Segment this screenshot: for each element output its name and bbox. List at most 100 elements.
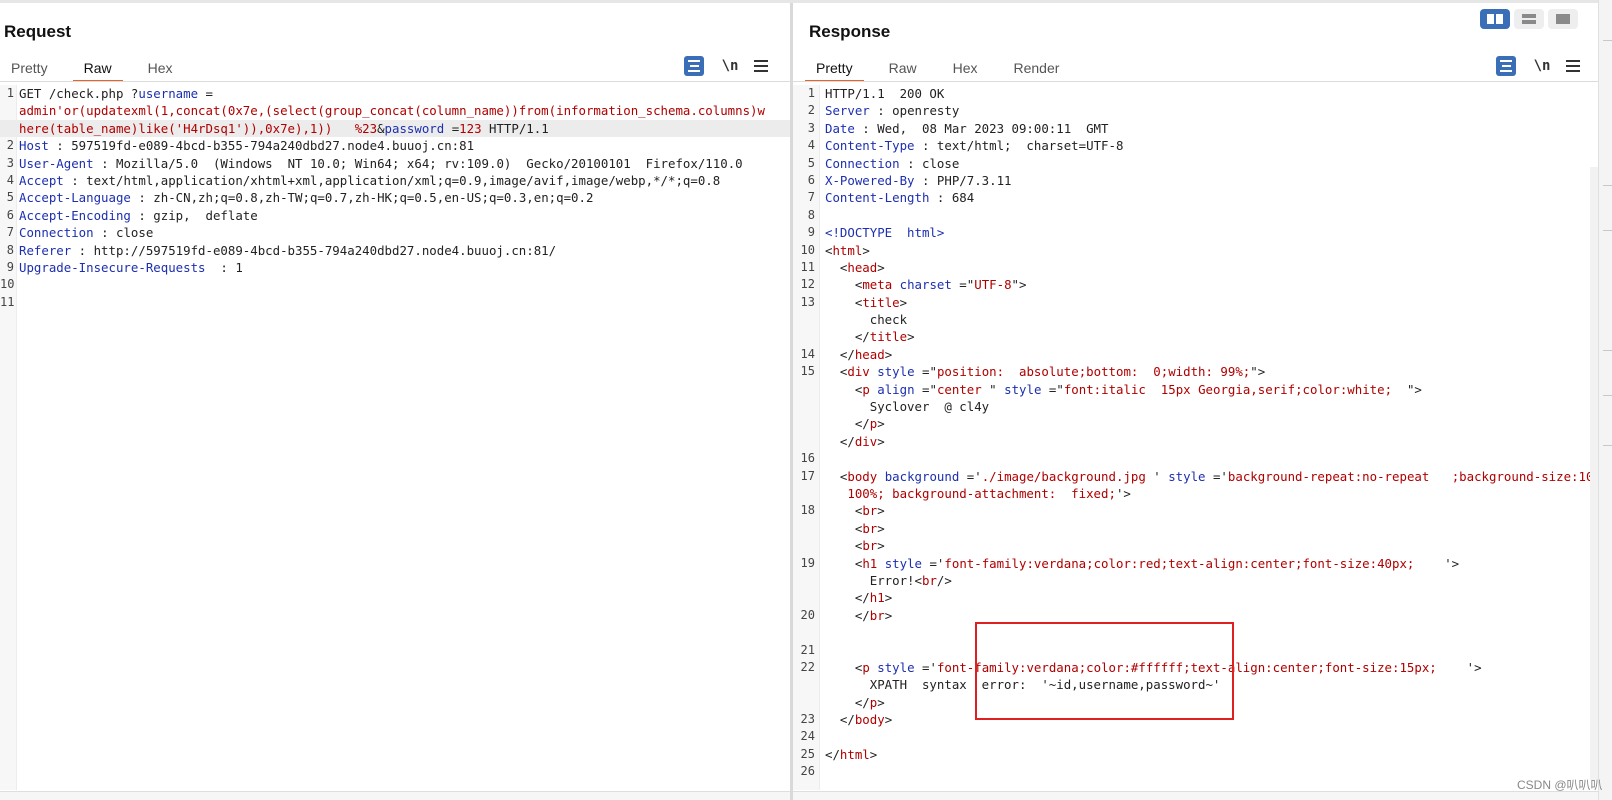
code-token: </ [825, 346, 855, 362]
code-token: p [862, 381, 870, 397]
code-token: Content-Length [825, 190, 930, 206]
code-token: > [869, 746, 878, 762]
code-token: GET /check.php ? [19, 86, 139, 101]
code-text: <br> [825, 502, 885, 519]
code-token: Referer [19, 242, 72, 258]
code-line: 26 [793, 763, 1598, 780]
vertical-scrollbar[interactable] [1590, 167, 1598, 780]
code-token: 123 [459, 120, 482, 136]
code-token: '> [1466, 659, 1482, 675]
line-number: 10 [800, 242, 815, 257]
code-token: : 684 [929, 190, 975, 206]
code-token: =" [1041, 381, 1064, 397]
code-line: <br> [793, 520, 1598, 537]
code-token: here(table_name)like('H4rDsq1')),0x7e),1… [19, 120, 378, 136]
code-text: <br> [825, 520, 885, 537]
line-number: 24 [800, 729, 815, 744]
code-text: Date : Wed, 08 Mar 2023 09:00:11 GMT [825, 120, 1108, 137]
code-text: <body background ='./image/background.jp… [825, 468, 1598, 485]
code-token: Accept-Encoding [19, 207, 131, 223]
code-text: HTTP/1.1 200 OK [825, 85, 944, 102]
code-token: : PHP/7.3.11 [914, 172, 1012, 188]
code-line: 9 Upgrade-Insecure-Requests : 1 [0, 259, 790, 276]
line-number: 10 [0, 277, 15, 292]
code-token: & [377, 120, 385, 136]
code-line: 8 Referer : http://597519fd-e089-4bcd-b35… [0, 242, 790, 259]
side-by-side-layout-icon[interactable] [1480, 9, 1510, 29]
code-token: Content-Type [825, 138, 915, 154]
code-line: 3 User-Agent : Mozilla/5.0 (Windows NT 10… [0, 155, 790, 172]
menu-icon[interactable] [1566, 60, 1580, 72]
code-token: 100%; background-attachment: fixed; [825, 485, 1116, 501]
code-text: Connection : close [19, 224, 153, 241]
newline-toggle-button[interactable]: \n [1532, 58, 1552, 74]
right-edge-strip [1598, 0, 1612, 800]
code-text: </head> [825, 346, 892, 363]
code-line: check [793, 311, 1598, 328]
code-token: </ [825, 433, 855, 449]
word-wrap-icon[interactable] [1496, 56, 1516, 76]
code-line: 8 [793, 207, 1598, 224]
code-token: br [862, 520, 878, 536]
tab-pretty[interactable]: Pretty [0, 56, 59, 80]
code-text: </html> [825, 746, 877, 763]
code-text: Referer : http://597519fd-e089-4bcd-b355… [19, 242, 556, 259]
code-line: 7 Content-Length : 684 [793, 189, 1598, 206]
tabs-layout-icon[interactable] [1548, 9, 1578, 29]
tab-raw[interactable]: Raw [878, 56, 928, 80]
code-line: 25 </html> [793, 746, 1598, 763]
code-text: Upgrade-Insecure-Requests : 1 [19, 259, 243, 276]
tab-pretty[interactable]: Pretty [805, 56, 864, 82]
code-line: <br> [793, 537, 1598, 554]
code-token: font:italic 15px Georgia,serif;color:whi… [1063, 381, 1407, 397]
code-line: 7 Connection : close [0, 224, 790, 241]
request-editor[interactable]: 1 GET /check.php ?username = admin'or(upda… [0, 85, 790, 790]
code-line: 11 [0, 294, 790, 311]
code-token: html [839, 746, 870, 762]
code-token: > [907, 329, 915, 345]
newline-toggle-button[interactable]: \n [720, 58, 740, 74]
menu-icon[interactable] [754, 60, 768, 72]
code-token: check [825, 312, 908, 328]
line-number: 16 [800, 451, 815, 466]
code-token: div [847, 364, 870, 380]
line-number: 14 [800, 346, 815, 361]
layout-toggle-group [1480, 9, 1578, 29]
code-text: <html> [825, 242, 870, 259]
code-token: : http://597519fd-e089-4bcd-b355-794a240… [71, 242, 557, 258]
code-token: : text/html; charset=UTF-8 [914, 138, 1124, 154]
code-token: title [869, 329, 908, 345]
code-token: meta [862, 277, 893, 293]
code-token: head [847, 259, 878, 275]
code-line: 16 [793, 450, 1598, 467]
code-token: Accept [19, 172, 64, 188]
code-token: position: absolute;bottom: 0;width: 99%; [936, 364, 1251, 380]
code-token: : text/html,application/xhtml+xml,applic… [63, 172, 721, 188]
code-token: font-family:verdana;color:red;text-align… [944, 555, 1445, 571]
tab-hex[interactable]: Hex [942, 56, 989, 80]
line-number: 7 [807, 190, 815, 205]
code-token: background [884, 468, 960, 484]
horizontal-split-layout-icon[interactable] [1514, 9, 1544, 29]
code-token: UTF-8 [974, 277, 1012, 293]
tab-render[interactable]: Render [1003, 56, 1071, 80]
code-token: > [877, 259, 885, 275]
code-token: > [877, 433, 885, 449]
tab-raw[interactable]: Raw [72, 56, 123, 82]
code-token: > [877, 416, 885, 432]
code-token: <!DOCTYPE html> [825, 225, 945, 241]
code-token: '> [1115, 485, 1131, 501]
annotation-highlight-box [975, 622, 1234, 720]
code-token: > [877, 538, 885, 554]
code-token: > [877, 520, 885, 536]
code-token: > [877, 694, 885, 710]
tab-hex[interactable]: Hex [137, 56, 184, 80]
code-line: 14 </head> [793, 346, 1598, 363]
word-wrap-icon[interactable] [684, 56, 704, 76]
request-toolbar: \n [684, 56, 768, 76]
line-number: 6 [807, 172, 815, 187]
code-token: =' [922, 555, 945, 571]
code-token: br [862, 503, 878, 519]
code-token: HTTP/1.1 [481, 120, 549, 136]
